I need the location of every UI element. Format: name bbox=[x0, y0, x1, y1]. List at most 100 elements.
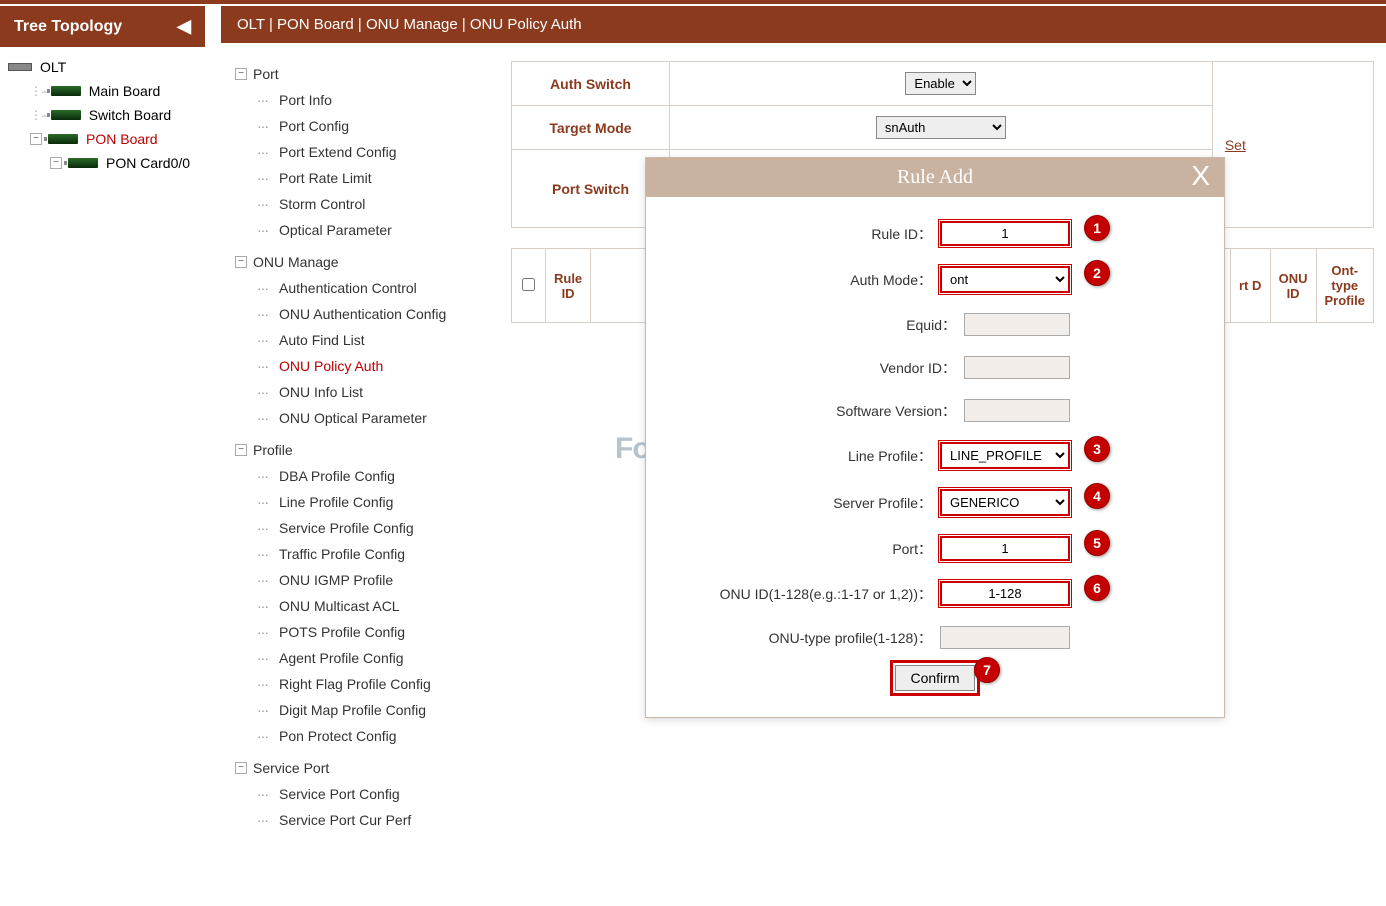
nav-item-port-extend-config[interactable]: Port Extend Config bbox=[235, 139, 481, 165]
nav-item-right-flag-profile[interactable]: Right Flag Profile Config bbox=[235, 671, 481, 697]
nav-item-pon-protect[interactable]: Pon Protect Config bbox=[235, 723, 481, 749]
line-profile-select[interactable]: LINE_PROFILE bbox=[940, 442, 1070, 469]
sidebar: Tree Topology ◀ OLT ⋮– Main Board ⋮– Swi… bbox=[0, 6, 205, 906]
group-label: ONU Manage bbox=[253, 254, 339, 270]
nav-group-service-port: − Service Port Service Port Config Servi… bbox=[235, 755, 481, 833]
tree-label: OLT bbox=[40, 59, 66, 75]
server-profile-select[interactable]: GENERICO bbox=[940, 489, 1070, 516]
row-equid: Equid： bbox=[670, 303, 1200, 346]
nav-group-header[interactable]: − ONU Manage bbox=[235, 249, 481, 275]
breadcrumb: OLT | PON Board | ONU Manage | ONU Polic… bbox=[221, 6, 1386, 43]
group-label: Port bbox=[253, 66, 279, 82]
nav-item-onu-optical-parameter[interactable]: ONU Optical Parameter bbox=[235, 405, 481, 431]
nav-item-service-port-cur-perf[interactable]: Service Port Cur Perf bbox=[235, 807, 481, 833]
nav-item-onu-igmp-profile[interactable]: ONU IGMP Profile bbox=[235, 567, 481, 593]
tree-item-pon-board[interactable]: − PON Board bbox=[6, 127, 199, 151]
nav-item-port-rate-limit[interactable]: Port Rate Limit bbox=[235, 165, 481, 191]
group-collapse-icon[interactable]: − bbox=[235, 444, 247, 456]
software-version-input bbox=[964, 399, 1070, 422]
board-icon bbox=[51, 86, 81, 96]
tree-label: PON Board bbox=[86, 131, 158, 147]
port-input[interactable] bbox=[940, 536, 1070, 561]
target-mode-cell: snAuth bbox=[670, 106, 1213, 150]
equid-input bbox=[964, 313, 1070, 336]
software-version-label: Software Version： bbox=[836, 401, 956, 421]
group-collapse-icon[interactable]: − bbox=[235, 68, 247, 80]
collapse-sidebar-icon[interactable]: ◀ bbox=[177, 16, 191, 37]
target-mode-label: Target Mode bbox=[512, 106, 670, 150]
group-collapse-icon[interactable]: − bbox=[235, 256, 247, 268]
tree-item-olt[interactable]: OLT bbox=[6, 55, 199, 79]
auth-switch-label: Auth Switch bbox=[512, 62, 670, 106]
nav-item-service-profile[interactable]: Service Profile Config bbox=[235, 515, 481, 541]
set-link[interactable]: Set bbox=[1212, 62, 1373, 228]
nav-item-storm-control[interactable]: Storm Control bbox=[235, 191, 481, 217]
tree-item-switch-board[interactable]: ⋮– Switch Board bbox=[6, 103, 199, 127]
nav-item-dba-profile[interactable]: DBA Profile Config bbox=[235, 463, 481, 489]
onu-type-profile-input bbox=[940, 626, 1070, 649]
vendor-id-input bbox=[964, 356, 1070, 379]
tree-item-main-board[interactable]: ⋮– Main Board bbox=[6, 79, 199, 103]
callout-badge: 5 bbox=[1084, 530, 1110, 556]
nav-item-service-port-config[interactable]: Service Port Config bbox=[235, 781, 481, 807]
nav-group-onu-manage: − ONU Manage Authentication Control ONU … bbox=[235, 249, 481, 431]
nav-group-header[interactable]: − Port bbox=[235, 61, 481, 87]
nav-item-line-profile[interactable]: Line Profile Config bbox=[235, 489, 481, 515]
sidebar-title: Tree Topology bbox=[14, 18, 122, 36]
tree-label: Main Board bbox=[89, 83, 161, 99]
select-all-checkbox[interactable] bbox=[522, 278, 535, 291]
row-server-profile: Server Profile： GENERICO 4 bbox=[670, 479, 1200, 526]
nav-item-onu-multicast-acl[interactable]: ONU Multicast ACL bbox=[235, 593, 481, 619]
nav-item-onu-policy-auth[interactable]: ONU Policy Auth bbox=[235, 353, 481, 379]
modal-actions: Confirm 7 bbox=[670, 659, 1200, 699]
nav-item-port-config[interactable]: Port Config bbox=[235, 113, 481, 139]
auth-switch-cell: Enable bbox=[670, 62, 1213, 106]
group-label: Service Port bbox=[253, 760, 329, 776]
nav-item-traffic-profile[interactable]: Traffic Profile Config bbox=[235, 541, 481, 567]
row-onu-type-profile: ONU-type profile(1-128)： bbox=[670, 616, 1200, 659]
middle-nav[interactable]: − Port Port Info Port Config Port Extend… bbox=[221, 43, 491, 893]
nav-item-agent-profile[interactable]: Agent Profile Config bbox=[235, 645, 481, 671]
nav-item-onu-auth-config[interactable]: ONU Authentication Config bbox=[235, 301, 481, 327]
callout-badge: 6 bbox=[1084, 575, 1110, 601]
col-rule-id: Rule ID bbox=[545, 249, 590, 323]
row-auth-mode: Auth Mode： ont 2 bbox=[670, 256, 1200, 303]
nav-item-optical-parameter[interactable]: Optical Parameter bbox=[235, 217, 481, 243]
onu-type-profile-label: ONU-type profile(1-128)： bbox=[769, 628, 932, 648]
col-onu-id: ONU ID bbox=[1270, 249, 1316, 323]
onu-id-input[interactable] bbox=[940, 581, 1070, 606]
confirm-button[interactable]: Confirm bbox=[895, 665, 974, 691]
auth-switch-select[interactable]: Enable bbox=[905, 72, 976, 95]
target-mode-select[interactable]: snAuth bbox=[876, 116, 1006, 139]
group-collapse-icon[interactable]: − bbox=[235, 762, 247, 774]
modal-body: Rule ID： 1 Auth Mode： ont 2 Equid： Vendo… bbox=[646, 197, 1224, 717]
nav-item-digit-map-profile[interactable]: Digit Map Profile Config bbox=[235, 697, 481, 723]
tree-collapse-icon[interactable]: − bbox=[30, 133, 42, 145]
row-line-profile: Line Profile： LINE_PROFILE 3 bbox=[670, 432, 1200, 479]
modal-title: Rule Add bbox=[897, 166, 973, 188]
close-icon[interactable]: X bbox=[1191, 160, 1210, 192]
top-accent-line bbox=[0, 0, 1386, 4]
col-ont-type-profile: Ont-type Profile bbox=[1316, 249, 1373, 323]
nav-item-auto-find-list[interactable]: Auto Find List bbox=[235, 327, 481, 353]
board-icon bbox=[68, 158, 98, 168]
callout-badge: 4 bbox=[1084, 483, 1110, 509]
nav-group-header[interactable]: − Service Port bbox=[235, 755, 481, 781]
nav-item-pots-profile[interactable]: POTS Profile Config bbox=[235, 619, 481, 645]
port-label: Port： bbox=[892, 539, 932, 559]
tree-item-pon-card[interactable]: − PON Card0/0 bbox=[6, 151, 199, 175]
nav-item-auth-control[interactable]: Authentication Control bbox=[235, 275, 481, 301]
nav-group-header[interactable]: − Profile bbox=[235, 437, 481, 463]
olt-icon bbox=[8, 63, 32, 71]
select-all-header bbox=[512, 249, 546, 323]
callout-badge: 7 bbox=[974, 657, 1000, 683]
nav-item-onu-info-list[interactable]: ONU Info List bbox=[235, 379, 481, 405]
group-label: Profile bbox=[253, 442, 293, 458]
nav-item-port-info[interactable]: Port Info bbox=[235, 87, 481, 113]
auth-mode-select[interactable]: ont bbox=[940, 266, 1070, 293]
callout-badge: 1 bbox=[1084, 215, 1110, 241]
row-software-version: Software Version： bbox=[670, 389, 1200, 432]
tree-collapse-icon[interactable]: − bbox=[50, 157, 62, 169]
rule-id-input[interactable] bbox=[940, 221, 1070, 246]
tree-topology: OLT ⋮– Main Board ⋮– Switch Board − PON … bbox=[0, 47, 205, 183]
